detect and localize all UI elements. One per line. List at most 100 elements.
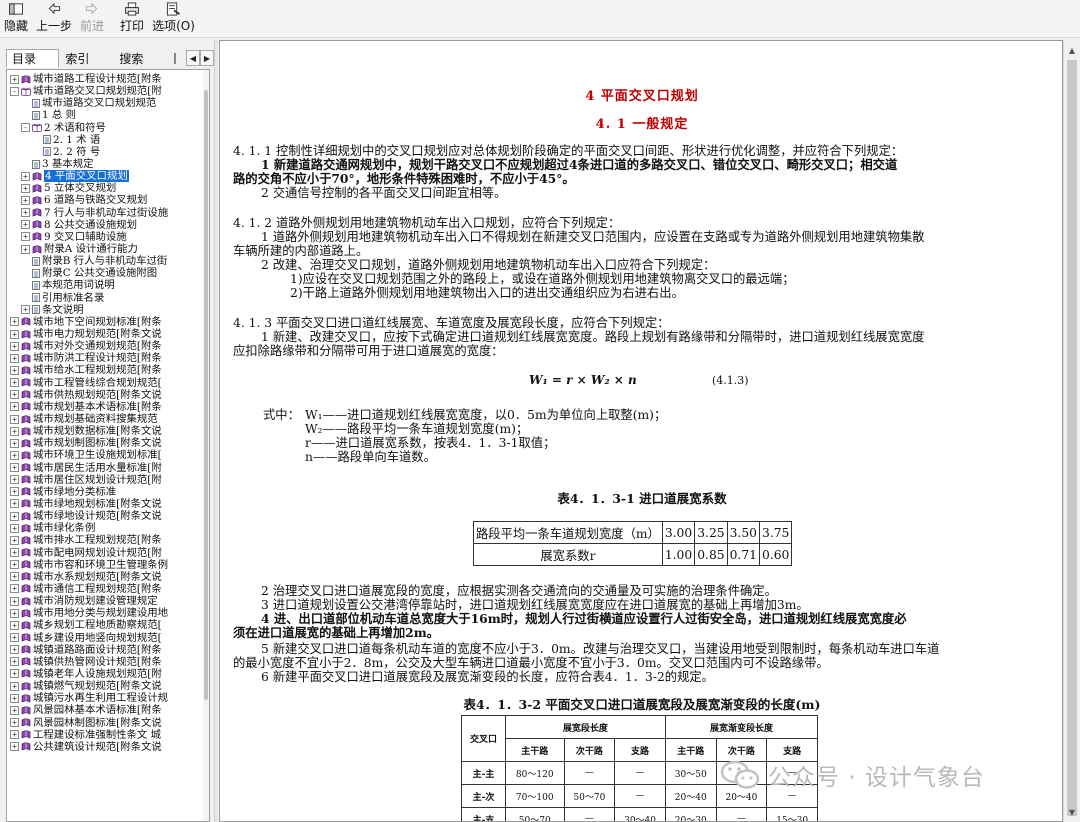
tree-node[interactable]: + 公共建筑设计规范[附条文说 xyxy=(10,741,205,753)
tree-node[interactable]: +7 行人与非机动车过街设施 xyxy=(10,207,205,219)
expand-icon[interactable]: + xyxy=(10,633,19,643)
tree-node[interactable]: + 附录A 设计通行能力 xyxy=(10,243,205,255)
expand-icon[interactable]: + xyxy=(10,523,19,533)
tree-node[interactable]: + 城市地下空间规划标准[附条 xyxy=(10,316,205,328)
expand-icon[interactable]: + xyxy=(10,317,19,327)
expand-icon[interactable]: + xyxy=(10,329,19,339)
tree-node[interactable]: + 条文说明 xyxy=(10,304,205,316)
tree-node[interactable]: + 城市供热规划规范[附条文说 xyxy=(10,389,205,401)
scroll-up-icon[interactable]: ▲ xyxy=(1064,42,1080,58)
tree-node[interactable]: + 城市对外交通规划规范[附条 xyxy=(10,340,205,352)
expand-icon[interactable]: + xyxy=(21,220,30,230)
hide-button[interactable]: 隐藏 xyxy=(0,0,32,37)
tab-index[interactable]: 索引(N) xyxy=(59,49,113,82)
expand-icon[interactable]: + xyxy=(21,244,30,254)
expand-icon[interactable]: + xyxy=(10,608,19,618)
tree-node[interactable]: + 风景园林制图标准[附条文说 xyxy=(10,716,205,729)
tree-node[interactable]: + 城市规划制图标准[附条文说 xyxy=(10,437,205,449)
tree-node[interactable]: 2. 2 符 号 xyxy=(10,146,205,158)
tree-node[interactable]: 附录B 行人与非机动车过街 xyxy=(10,255,205,267)
tree-node[interactable]: + 城乡建设用地竖向规划规范[ xyxy=(10,631,205,644)
tab-scroll-right-icon[interactable]: ▶ xyxy=(200,50,214,66)
back-button[interactable]: 上一步 xyxy=(32,0,76,37)
expand-icon[interactable]: + xyxy=(10,669,19,679)
tree-node[interactable]: + 城市配电网规划设计规范[附 xyxy=(10,546,205,559)
tree-node[interactable]: 城市道路交叉口规划规范 xyxy=(10,97,205,109)
expand-icon[interactable]: + xyxy=(10,730,19,740)
expand-icon[interactable]: + xyxy=(21,195,30,205)
tree-node[interactable]: - 城市道路交叉口规划规范[附 xyxy=(10,85,205,97)
tab-scroll-left-icon[interactable]: ◀ xyxy=(186,50,200,66)
tree-node[interactable]: + 城市绿地规划标准[附条文说 xyxy=(10,498,205,510)
expand-icon[interactable]: + xyxy=(10,74,19,84)
print-button[interactable]: 打印 xyxy=(116,0,148,37)
expand-icon[interactable]: + xyxy=(10,681,19,691)
tree-node[interactable]: 2. 1 术 语 xyxy=(10,134,205,146)
tree-node[interactable]: + 城市绿地分类标准 xyxy=(10,486,205,498)
forward-button[interactable]: 前进 xyxy=(76,0,108,37)
expand-icon[interactable]: + xyxy=(10,426,19,436)
expand-icon[interactable]: + xyxy=(10,535,19,545)
expand-icon[interactable]: + xyxy=(10,718,19,728)
options-button[interactable]: 选项(O) xyxy=(148,0,199,37)
tree-node[interactable]: + 城市消防规划建设管理规定 xyxy=(10,595,205,607)
tab-favorites[interactable]: 丨 xyxy=(166,49,184,68)
tree-node[interactable]: + 城镇老年人设施规划规范[附 xyxy=(10,668,205,680)
tree-node[interactable]: + 风景园林基本术语标准[附条 xyxy=(10,704,205,716)
tree-node[interactable]: + 城市防洪工程设计规范[附条 xyxy=(10,352,205,364)
expand-icon[interactable]: + xyxy=(10,378,19,388)
expand-icon[interactable]: + xyxy=(10,341,19,351)
expand-icon[interactable]: + xyxy=(10,463,19,473)
expand-icon[interactable]: + xyxy=(10,657,19,667)
content-scrollbar-thumb[interactable] xyxy=(1067,60,1077,816)
content-scrollbar[interactable]: ▲ ▼ xyxy=(1063,40,1080,822)
tree-node[interactable]: +6 道路与铁路交叉规划 xyxy=(10,194,205,206)
expand-icon[interactable]: + xyxy=(10,572,19,582)
tree-node[interactable]: + 城镇燃气规划规范[附条文说 xyxy=(10,680,205,692)
tree-node[interactable]: + 城镇道路路面设计规范[附条 xyxy=(10,644,205,656)
tree-node[interactable]: 本规范用词说明 xyxy=(10,279,205,291)
expand-icon[interactable]: + xyxy=(10,414,19,424)
tree-node[interactable]: + 城市通信工程规划规范[附条 xyxy=(10,583,205,595)
expand-icon[interactable]: + xyxy=(10,693,19,703)
tree-node[interactable]: - 2 术语和符号 xyxy=(10,122,205,134)
expand-icon[interactable]: + xyxy=(10,499,19,509)
expand-icon[interactable]: + xyxy=(10,438,19,448)
tree-node[interactable]: + 城市给水工程规划规范[附条 xyxy=(10,364,205,376)
tree-node[interactable]: +9 交叉口辅助设施 xyxy=(10,231,205,243)
expand-icon[interactable]: + xyxy=(10,475,19,485)
expand-icon[interactable]: + xyxy=(10,390,19,400)
tree-node[interactable]: +5 立体交叉规划 xyxy=(10,182,205,194)
expand-icon[interactable]: + xyxy=(10,620,19,630)
tree-node[interactable]: + 城市水系规划规范[附条文说 xyxy=(10,571,205,583)
tree-node[interactable]: + 城市市容和环境卫生管理条例 xyxy=(10,559,205,571)
tree-node[interactable]: + 城市居住区规划设计规范[附 xyxy=(10,474,205,486)
expand-icon[interactable]: + xyxy=(21,171,30,181)
expand-icon[interactable]: + xyxy=(10,742,19,752)
tree-node[interactable]: 3 基本规定 xyxy=(10,158,205,170)
tree-node[interactable]: 附录C 公共交通设施附图 xyxy=(10,267,205,279)
tree-node[interactable]: + 城市绿地设计规范[附条文说 xyxy=(10,510,205,522)
tree-node[interactable]: + 城乡规划工程地质勘察规范[ xyxy=(10,619,205,631)
tree-node[interactable]: +4 平面交叉口规划 xyxy=(10,170,205,183)
collapse-icon[interactable]: - xyxy=(21,123,30,133)
expand-icon[interactable]: + xyxy=(10,584,19,594)
expand-icon[interactable]: + xyxy=(21,305,30,315)
expand-icon[interactable]: + xyxy=(10,645,19,655)
expand-icon[interactable]: + xyxy=(10,353,19,363)
tree-node[interactable]: + 城市用地分类与规划建设用地 xyxy=(10,607,205,619)
tree-node[interactable]: + 城市工程管线综合规划规范[ xyxy=(10,377,205,389)
tree-node[interactable]: + 城市电力规划规范[附条文说 xyxy=(10,328,205,340)
tree-node[interactable]: + 城镇污水再生利用工程设计规 xyxy=(10,692,205,704)
expand-icon[interactable]: + xyxy=(10,487,19,497)
expand-icon[interactable]: + xyxy=(10,365,19,375)
collapse-icon[interactable]: - xyxy=(10,86,19,96)
pane-splitter[interactable] xyxy=(214,40,218,822)
tree-node[interactable]: + 城市环境卫生设施规划标准[ xyxy=(10,449,205,461)
tree-scrollbar-thumb[interactable] xyxy=(204,90,208,700)
tree-node[interactable]: + 城市居民生活用水量标准[附 xyxy=(10,462,205,474)
scroll-down-icon[interactable]: ▼ xyxy=(1064,804,1080,820)
expand-icon[interactable]: + xyxy=(10,705,19,715)
expand-icon[interactable]: + xyxy=(10,402,19,412)
expand-icon[interactable]: + xyxy=(10,596,19,606)
